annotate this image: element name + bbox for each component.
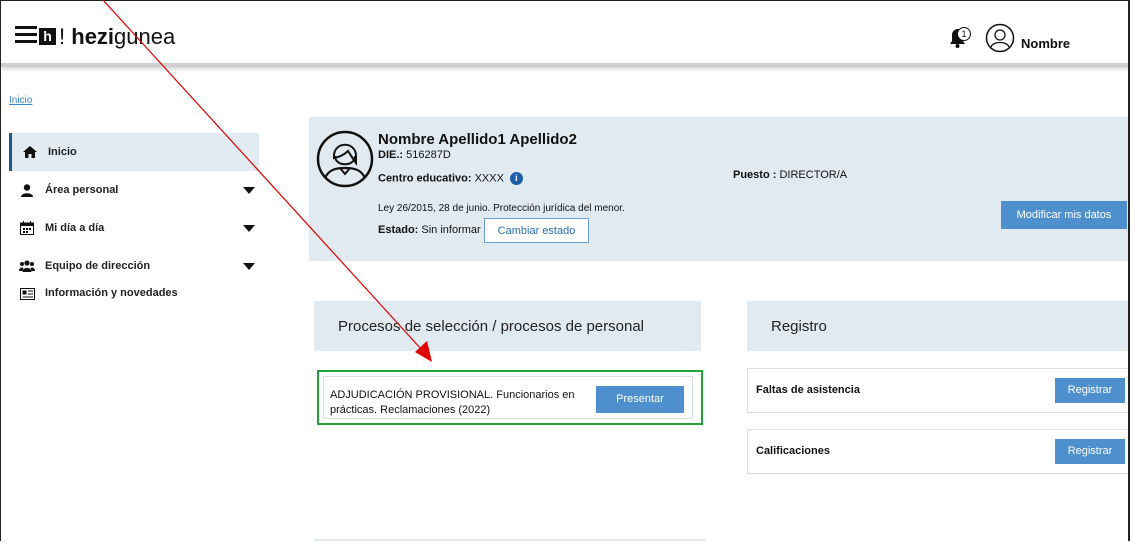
sidebar-item-equipo-direccion[interactable]: Equipo de dirección (9, 247, 259, 285)
profile-ley: Ley 26/2015, 28 de junio. Protección jur… (378, 203, 625, 214)
home-icon (22, 145, 38, 159)
cambiar-estado-button[interactable]: Cambiar estado (484, 218, 589, 243)
profile-avatar-icon (315, 129, 375, 189)
user-icon (19, 183, 35, 197)
procesos-panel-title: Procesos de selección / procesos de pers… (314, 301, 701, 351)
profile-name: Nombre Apellido1 Apellido2 (378, 131, 577, 148)
sidebar-item-label: Área personal (45, 184, 119, 196)
hamburger-menu-icon[interactable] (15, 26, 37, 43)
sidebar-item-label: Inicio (48, 146, 77, 158)
calendar-icon (19, 221, 35, 235)
group-icon (19, 259, 35, 273)
app-logo[interactable]: ! hezigunea (59, 24, 175, 50)
profile-die: DIE.: 516287D (378, 149, 451, 161)
proceso-item-text: ADJUDICACIÓN PROVISIONAL. Funcionarios e… (330, 389, 575, 416)
sidebar: Inicio Área personal Mi día a día Equipo… (9, 133, 259, 325)
notification-count: 1 (961, 29, 966, 39)
profile-puesto: Puesto : DIRECTOR/A (733, 169, 848, 181)
sidebar-item-informacion[interactable]: Información y novedades (9, 285, 259, 325)
news-icon (19, 287, 35, 301)
app-window: h ! hezigunea 1 Nombre Inicio Inicio Áre… (0, 0, 1130, 541)
registrar-calificaciones-button[interactable]: Registrar (1055, 439, 1125, 464)
chevron-down-icon[interactable] (243, 225, 255, 232)
registro-row-label: Faltas de asistencia (756, 384, 860, 396)
modificar-datos-button[interactable]: Modificar mis datos (1001, 201, 1127, 229)
sidebar-item-inicio[interactable]: Inicio (9, 133, 259, 171)
profile-centro: Centro educativo: XXXX i (378, 172, 523, 185)
sidebar-item-mi-dia[interactable]: Mi día a día (9, 209, 259, 247)
top-bar: h ! hezigunea 1 Nombre (1, 1, 1128, 67)
user-name[interactable]: Nombre (1021, 36, 1070, 51)
breadcrumb-inicio[interactable]: Inicio (9, 95, 32, 106)
notification-bell-icon[interactable]: 1 (946, 26, 972, 55)
sidebar-item-label: Equipo de dirección (45, 260, 151, 272)
sidebar-item-label: Mi día a día (45, 222, 105, 234)
presentar-button[interactable]: Presentar (596, 386, 684, 413)
next-panel-header (314, 539, 706, 541)
user-avatar-icon[interactable] (985, 23, 1015, 53)
registro-row-faltas: Faltas de asistencia Registrar (747, 368, 1128, 413)
info-icon[interactable]: i (509, 172, 523, 185)
logo-mark: h (39, 28, 56, 45)
registro-row-label: Calificaciones (756, 445, 830, 457)
registro-row-calificaciones: Calificaciones Registrar (747, 429, 1128, 474)
chevron-down-icon[interactable] (243, 263, 255, 270)
registrar-faltas-button[interactable]: Registrar (1055, 378, 1125, 403)
profile-card: Nombre Apellido1 Apellido2 DIE.: 516287D… (309, 117, 1128, 261)
profile-estado: Estado: Sin informar (378, 224, 481, 236)
registro-panel-title: Registro (747, 301, 1128, 351)
sidebar-item-area-personal[interactable]: Área personal (9, 171, 259, 209)
chevron-down-icon[interactable] (243, 187, 255, 194)
sidebar-item-label: Información y novedades (45, 287, 178, 299)
